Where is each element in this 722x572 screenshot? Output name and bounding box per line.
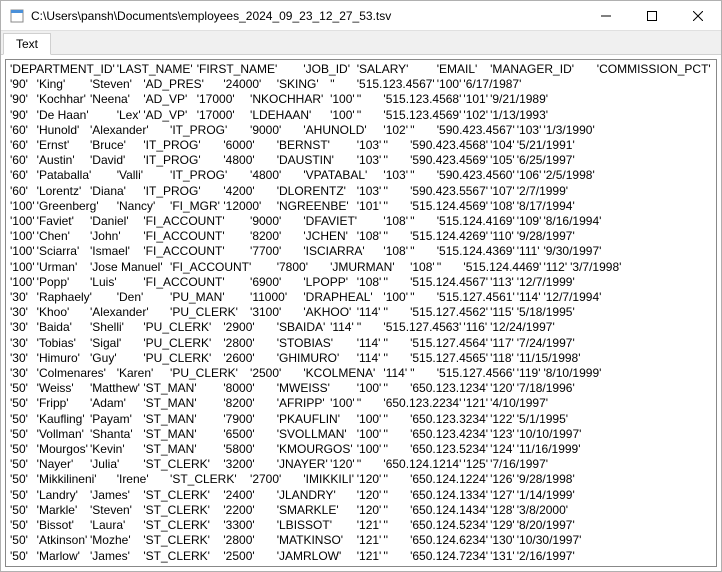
content-wrap: 'DEPARTMENT_ID' 'LAST_NAME' 'FIRST_NAME'…: [1, 55, 721, 571]
app-window: C:\Users\pansh\Documents\employees_2024_…: [0, 0, 722, 572]
tab-bar: Text: [1, 31, 721, 55]
minimize-button[interactable]: [583, 1, 629, 30]
text-viewer[interactable]: 'DEPARTMENT_ID' 'LAST_NAME' 'FIRST_NAME'…: [6, 60, 716, 566]
window-controls: [583, 1, 721, 30]
text-content: 'DEPARTMENT_ID' 'LAST_NAME' 'FIRST_NAME'…: [6, 60, 716, 566]
tab-text[interactable]: Text: [3, 33, 51, 55]
close-button[interactable]: [675, 1, 721, 30]
maximize-button[interactable]: [629, 1, 675, 30]
app-icon: [9, 8, 25, 24]
titlebar: C:\Users\pansh\Documents\employees_2024_…: [1, 1, 721, 31]
content-border: 'DEPARTMENT_ID' 'LAST_NAME' 'FIRST_NAME'…: [5, 59, 717, 567]
window-title: C:\Users\pansh\Documents\employees_2024_…: [31, 9, 583, 23]
